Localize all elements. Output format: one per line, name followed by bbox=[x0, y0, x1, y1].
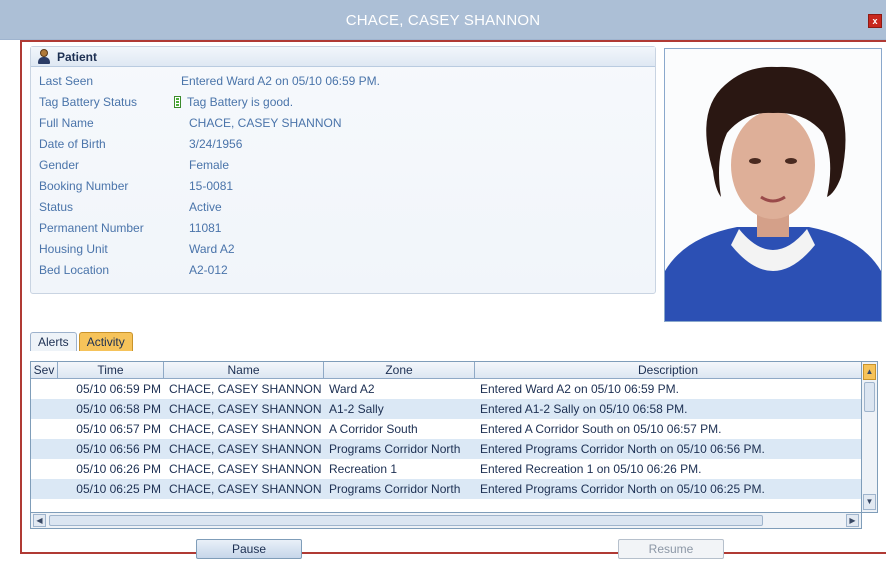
cell-zone: Programs Corridor North bbox=[329, 442, 461, 456]
close-icon[interactable]: x bbox=[868, 14, 882, 28]
vertical-scrollbar[interactable]: ▲ ▼ bbox=[862, 361, 878, 513]
field-label: Gender bbox=[39, 158, 80, 172]
cell-description: Entered Ward A2 on 05/10 06:59 PM. bbox=[480, 382, 680, 396]
cell-zone: A Corridor South bbox=[329, 422, 418, 436]
field-status: Status Active bbox=[39, 199, 222, 215]
cell-name: CHACE, CASEY SHANNON bbox=[169, 402, 322, 416]
cell-name: CHACE, CASEY SHANNON bbox=[169, 422, 322, 436]
patient-photo bbox=[664, 48, 882, 322]
cell-name: CHACE, CASEY SHANNON bbox=[169, 442, 322, 456]
cell-description: Entered A Corridor South on 05/10 06:57 … bbox=[480, 422, 722, 436]
field-label: Status bbox=[39, 200, 74, 214]
column-header-time[interactable]: Time bbox=[58, 362, 164, 378]
pause-button[interactable]: Pause bbox=[196, 539, 302, 559]
cell-zone: Ward A2 bbox=[329, 382, 375, 396]
field-label: Date of Birth bbox=[39, 137, 106, 151]
column-header-description[interactable]: Description bbox=[475, 362, 861, 378]
cell-time: 05/10 06:58 PM bbox=[76, 402, 161, 416]
tab-strip: Alerts Activity bbox=[30, 332, 135, 352]
field-gender: Gender Female bbox=[39, 157, 229, 173]
field-bed-location: Bed Location A2-012 bbox=[39, 262, 228, 278]
resume-button[interactable]: Resume bbox=[618, 539, 724, 559]
cell-name: CHACE, CASEY SHANNON bbox=[169, 382, 322, 396]
person-icon bbox=[37, 48, 51, 65]
cell-name: CHACE, CASEY SHANNON bbox=[169, 462, 322, 476]
column-header-name[interactable]: Name bbox=[164, 362, 324, 378]
field-label: Housing Unit bbox=[39, 242, 108, 256]
patient-window: Patient Last Seen Entered Ward A2 on 05/… bbox=[20, 40, 886, 559]
horizontal-scrollbar[interactable]: ◀ ▶ bbox=[30, 513, 862, 529]
battery-icon bbox=[174, 96, 181, 108]
activity-grid: Sev Time Name Zone Description 05/10 06:… bbox=[30, 361, 862, 513]
patient-panel-title: Patient bbox=[57, 49, 98, 64]
field-permanent-number: Permanent Number 11081 bbox=[39, 220, 221, 236]
field-value: 15-0081 bbox=[189, 179, 234, 193]
horizontal-scroll-thumb[interactable] bbox=[49, 515, 763, 526]
field-label: Full Name bbox=[39, 116, 94, 130]
tab-activity[interactable]: Activity bbox=[78, 332, 133, 351]
field-booking-number: Booking Number 15-0081 bbox=[39, 178, 233, 194]
cell-zone: Programs Corridor North bbox=[329, 482, 461, 496]
field-label: Last Seen bbox=[39, 74, 94, 88]
cell-description: Entered A1-2 Sally on 05/10 06:58 PM. bbox=[480, 402, 688, 416]
cell-time: 05/10 06:56 PM bbox=[76, 442, 161, 456]
table-row[interactable]: 05/10 06:57 PM CHACE, CASEY SHANNON A Co… bbox=[31, 419, 861, 439]
field-housing-unit: Housing Unit Ward A2 bbox=[39, 241, 235, 257]
vertical-scroll-thumb[interactable] bbox=[864, 382, 875, 412]
column-header-zone[interactable]: Zone bbox=[324, 362, 475, 378]
battery-status-text: Tag Battery is good. bbox=[187, 95, 294, 109]
table-row[interactable]: 05/10 06:58 PM CHACE, CASEY SHANNON A1-2… bbox=[31, 399, 861, 419]
cell-description: Entered Programs Corridor North on 05/10… bbox=[480, 482, 765, 496]
cell-description: Entered Programs Corridor North on 05/10… bbox=[480, 442, 765, 456]
field-value: CHACE, CASEY SHANNON bbox=[189, 116, 342, 130]
field-date-of-birth: Date of Birth 3/24/1956 bbox=[39, 136, 242, 152]
field-label: Booking Number bbox=[39, 179, 129, 193]
title-bar: CHACE, CASEY SHANNON x bbox=[0, 0, 886, 40]
grid-header: Sev Time Name Zone Description bbox=[31, 362, 861, 379]
field-label: Tag Battery Status bbox=[39, 95, 138, 109]
field-label: Permanent Number bbox=[39, 221, 144, 235]
cell-zone: A1-2 Sally bbox=[329, 402, 384, 416]
field-value: A2-012 bbox=[189, 263, 228, 277]
table-row[interactable]: 05/10 06:59 PM CHACE, CASEY SHANNON Ward… bbox=[31, 379, 861, 399]
field-value: 11081 bbox=[189, 221, 222, 235]
scroll-up-icon[interactable]: ▲ bbox=[863, 364, 876, 380]
scroll-down-icon[interactable]: ▼ bbox=[863, 494, 876, 510]
patient-photo-image bbox=[665, 49, 881, 321]
cell-description: Entered Recreation 1 on 05/10 06:26 PM. bbox=[480, 462, 702, 476]
table-row[interactable]: 05/10 06:56 PM CHACE, CASEY SHANNON Prog… bbox=[31, 439, 861, 459]
field-full-name: Full Name CHACE, CASEY SHANNON bbox=[39, 115, 341, 131]
cell-name: CHACE, CASEY SHANNON bbox=[169, 482, 322, 496]
scroll-left-icon[interactable]: ◀ bbox=[33, 514, 46, 527]
table-row[interactable]: 05/10 06:26 PM CHACE, CASEY SHANNON Recr… bbox=[31, 459, 861, 479]
field-value: Female bbox=[189, 158, 230, 172]
field-value: Ward A2 bbox=[189, 242, 235, 256]
cell-time: 05/10 06:57 PM bbox=[76, 422, 161, 436]
field-value: Tag Battery is good. bbox=[167, 95, 293, 109]
cell-time: 05/10 06:26 PM bbox=[76, 462, 161, 476]
field-last-seen: Last Seen Entered Ward A2 on 05/10 06:59… bbox=[39, 73, 380, 89]
patient-panel-header: Patient bbox=[31, 47, 655, 67]
field-tag-battery-status: Tag Battery Status Tag Battery is good. bbox=[39, 94, 293, 110]
tab-alerts[interactable]: Alerts bbox=[30, 332, 77, 351]
cell-zone: Recreation 1 bbox=[329, 462, 398, 476]
cell-time: 05/10 06:25 PM bbox=[76, 482, 161, 496]
field-label: Bed Location bbox=[39, 263, 110, 277]
cell-time: 05/10 06:59 PM bbox=[76, 382, 161, 396]
table-row[interactable]: 05/10 06:25 PM CHACE, CASEY SHANNON Prog… bbox=[31, 479, 861, 499]
patient-panel: Patient Last Seen Entered Ward A2 on 05/… bbox=[30, 46, 656, 294]
window-title: CHACE, CASEY SHANNON bbox=[345, 12, 541, 29]
column-header-sev[interactable]: Sev bbox=[31, 362, 58, 378]
field-value: Entered Ward A2 on 05/10 06:59 PM. bbox=[181, 74, 381, 88]
scroll-right-icon[interactable]: ▶ bbox=[846, 514, 859, 527]
field-value: Active bbox=[189, 200, 222, 214]
field-value: 3/24/1956 bbox=[189, 137, 243, 151]
